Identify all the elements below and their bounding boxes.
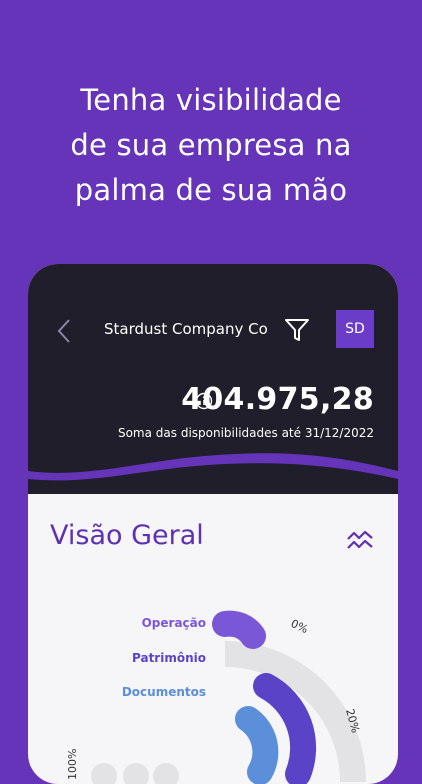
tick-label-0: 0% <box>289 617 310 636</box>
headline-line-2: de sua empresa na <box>70 128 352 162</box>
overview-title: Visão Geral <box>50 520 204 551</box>
balance-caption: Soma das disponibilidades até 31/12/2022 <box>117 426 374 440</box>
headline-line-1: Tenha visibilidade <box>80 83 342 117</box>
balance-value: 404.975,28 <box>181 382 374 417</box>
overview-chart: 0% 20% 100% <box>66 610 366 784</box>
tick-label-100: 100% <box>66 749 79 780</box>
chart-bar-documentos <box>235 706 279 784</box>
back-icon[interactable] <box>56 318 72 344</box>
trend-icon[interactable] <box>346 529 374 551</box>
avatar[interactable]: SD <box>336 310 374 348</box>
header-wave <box>28 449 398 481</box>
chart-bar-operacao <box>212 610 266 649</box>
chart-dot <box>153 763 179 784</box>
filter-icon[interactable] <box>284 317 310 343</box>
headline: Tenha visibilidade de sua empresa na pal… <box>0 78 422 213</box>
chart-dot <box>91 763 117 784</box>
phone-screen: Stardust Company Co SD 404.975,28 Soma d… <box>28 264 398 784</box>
company-name[interactable]: Stardust Company Co <box>104 320 268 338</box>
headline-line-3: palma de sua mão <box>74 173 348 207</box>
chart-dot <box>123 763 149 784</box>
